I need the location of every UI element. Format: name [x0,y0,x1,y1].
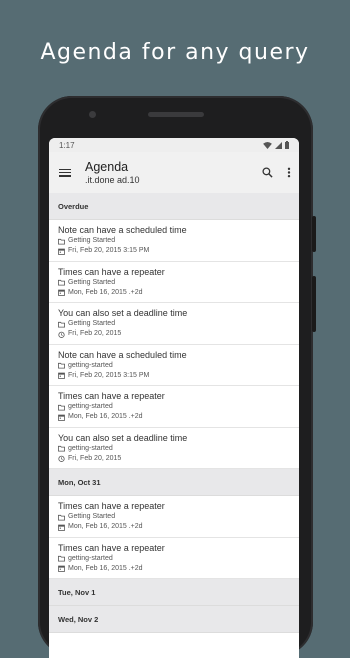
note-book: getting-started [58,444,290,454]
calendar-icon [58,524,65,531]
note-title: Times can have a repeater [58,542,165,553]
section-header: Mon, Oct 31 [49,469,299,496]
calendar-icon [58,248,65,255]
note-scheduled-time: Mon, Feb 16, 2015 .+2d [58,522,290,532]
section-header: Tue, Nov 1 [49,579,299,606]
note-title: You can also set a deadline time [58,308,188,318]
app-bar-actions [262,167,291,178]
note-title: Times can have a repeater [58,266,165,277]
note-scheduled-time: Mon, Feb 16, 2015 .+2d [58,412,290,422]
note-book-name: getting-started [68,444,113,452]
folder-icon [58,238,65,245]
agenda-item[interactable]: You can also set a deadline time getting-… [49,428,299,469]
agenda-item[interactable]: Times can have a repeater getting-started… [49,538,299,579]
volume-button [312,276,316,332]
note-date: Mon, Feb 16, 2015 .+2d [68,564,143,572]
note-title: You can also set a deadline time [58,432,188,443]
battery-icon [285,141,289,149]
section-header: Overdue [49,193,299,220]
page-title: Agenda [85,160,129,174]
agenda-item[interactable]: Note can have a scheduled time getting-st… [49,345,299,386]
note-title: Note can have a scheduled time [58,225,187,235]
note-title: Times can have a repeater [58,501,165,511]
folder-icon [58,279,65,286]
agenda-item[interactable]: Times can have a repeater Getting Started… [49,262,299,303]
note-book: Getting Started [58,278,290,288]
note-scheduled-time: Mon, Feb 16, 2015 .+2d [58,564,290,574]
app-screen: 1:17 Agenda .it.done ad.10 Overdue Note … [49,138,299,658]
promo-headline: Agenda for any query [40,40,310,65]
calendar-icon [58,565,65,572]
phone-frame: 1:17 Agenda .it.done ad.10 Overdue Note … [38,96,316,658]
note-date: Fri, Feb 20, 2015 3:15 PM [68,247,150,254]
more-vert-icon[interactable] [287,167,291,178]
calendar-icon [58,414,65,421]
cell-signal-icon [275,141,282,149]
note-book: getting-started [58,361,290,371]
agenda-item[interactable]: Note can have a scheduled time Getting St… [49,220,299,262]
alarm-clock-icon [58,455,65,462]
note-book: Getting Started [58,236,290,246]
note-book: getting-started [58,402,290,412]
note-book-name: Getting Started [68,278,116,286]
note-book-name: getting-started [68,403,113,410]
folder-icon [58,362,65,369]
note-date: Fri, Feb 20, 2015 [68,330,122,337]
calendar-icon [58,289,65,296]
search-icon[interactable] [262,167,273,178]
note-deadline-time: Fri, Feb 20, 2015 [58,329,290,339]
note-book: Getting Started [58,512,290,522]
note-book: getting-started [58,554,290,564]
note-scheduled-time: Mon, Feb 16, 2015 .+2d [58,288,290,298]
status-time: 1:17 [59,140,75,150]
note-date: Mon, Feb 16, 2015 .+2d [68,413,143,420]
calendar-icon [58,372,65,379]
agenda-item[interactable]: Times can have a repeater Getting Started… [49,496,299,538]
earpiece-speaker [148,112,204,117]
agenda-item[interactable]: Times can have a repeater getting-started… [49,386,299,428]
note-title: Times can have a repeater [58,391,165,401]
folder-icon [58,555,65,562]
status-bar: 1:17 [49,138,299,152]
note-date: Fri, Feb 20, 2015 3:15 PM [68,371,150,379]
agenda-list: Overdue Note can have a scheduled time Get… [49,193,299,633]
note-book: Getting Started [58,319,290,329]
folder-icon [58,321,65,328]
note-deadline-time: Fri, Feb 20, 2015 [58,454,290,464]
folder-icon [58,445,65,452]
note-book-name: Getting Started [68,237,116,244]
menu-icon[interactable] [59,167,71,179]
note-book-name: Getting Started [68,513,116,520]
note-date: Mon, Feb 16, 2015 .+2d [68,288,143,296]
status-icons [263,141,289,149]
wifi-icon [263,141,272,149]
folder-icon [58,514,65,521]
power-button [312,216,316,252]
note-book-name: getting-started [68,554,113,562]
note-title: Note can have a scheduled time [58,349,187,360]
note-date: Mon, Feb 16, 2015 .+2d [68,523,143,530]
note-book-name: getting-started [68,361,113,369]
section-header: Wed, Nov 2 [49,606,299,633]
note-book-name: Getting Started [68,320,116,327]
alarm-clock-icon [58,331,65,338]
note-scheduled-time: Fri, Feb 20, 2015 3:15 PM [58,246,290,256]
app-bar-titles: Agenda .it.done ad.10 [85,160,262,185]
agenda-item[interactable]: You can also set a deadline time Getting … [49,303,299,345]
note-date: Fri, Feb 20, 2015 [68,454,122,462]
query-subtitle: .it.done ad.10 [85,175,140,185]
note-scheduled-time: Fri, Feb 20, 2015 3:15 PM [58,371,290,381]
folder-icon [58,404,65,411]
app-bar: Agenda .it.done ad.10 [49,152,299,193]
camera-icon [89,111,96,118]
